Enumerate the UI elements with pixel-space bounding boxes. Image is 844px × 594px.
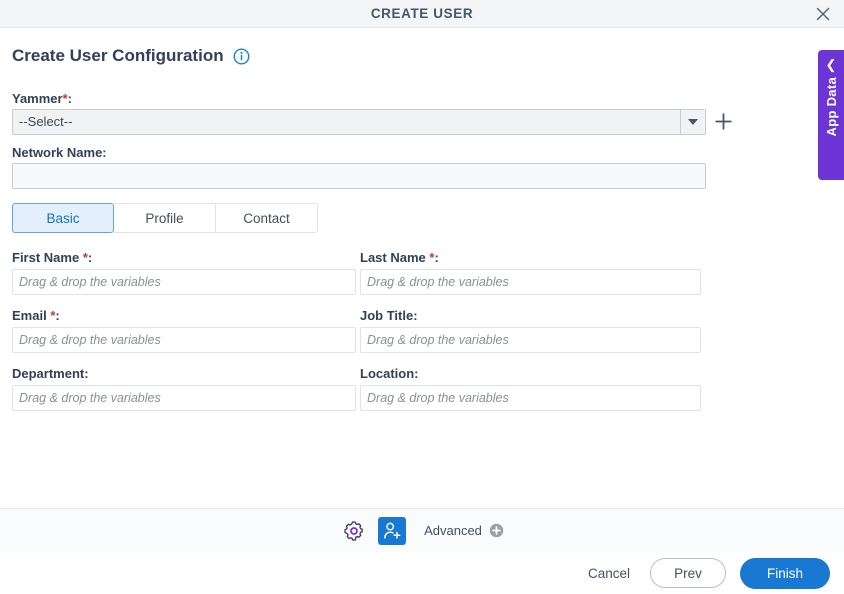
tab-profile[interactable]: Profile <box>114 203 216 233</box>
tab-profile-label: Profile <box>145 210 184 226</box>
field-group-location: Location: <box>357 366 702 411</box>
department-label: Department: <box>12 366 357 381</box>
last-name-input[interactable] <box>360 269 701 295</box>
email-label-colon: : <box>55 308 60 323</box>
yammer-select[interactable]: --Select-- <box>12 109 706 135</box>
caret-shape <box>688 119 698 125</box>
location-label-text: Location <box>360 366 415 381</box>
job-title-label-text: Job Title <box>360 308 414 323</box>
first-name-label-text: First Name <box>12 250 80 265</box>
page-title: Create User Configuration <box>12 46 224 65</box>
yammer-select-value: --Select-- <box>19 114 73 129</box>
field-group-last-name: Last Name *: <box>357 250 702 295</box>
chevron-left-icon[interactable]: ❮ <box>826 58 837 71</box>
location-label-colon: : <box>414 366 419 381</box>
network-name-input[interactable] <box>12 163 706 189</box>
app-data-panel-tab[interactable]: ❮ App Data <box>818 50 844 180</box>
form-row: Department: Location: <box>12 366 702 411</box>
bottom-toolbar: Advanced <box>0 508 844 552</box>
yammer-label-text: Yammer <box>12 91 63 106</box>
field-group-first-name: First Name *: <box>12 250 357 295</box>
gear-icon[interactable] <box>340 517 368 545</box>
location-input[interactable] <box>360 385 701 411</box>
form-row: Email *: Job Title: <box>12 308 702 353</box>
add-user-icon[interactable] <box>378 516 407 545</box>
last-name-label-colon: : <box>434 250 439 265</box>
tab-contact[interactable]: Contact <box>216 203 318 233</box>
yammer-label: Yammer*: <box>12 91 72 106</box>
basic-form: First Name *: Last Name *: Email <box>12 250 702 424</box>
section-tabs: Basic Profile Contact <box>12 203 318 233</box>
prev-button[interactable]: Prev <box>650 558 726 588</box>
app-data-label: App Data <box>823 77 839 137</box>
dialog-body: Create User Configuration Yammer*: --Sel… <box>0 28 844 508</box>
email-label: Email *: <box>12 308 357 323</box>
job-title-label: Job Title: <box>360 308 702 323</box>
form-row: First Name *: Last Name *: <box>12 250 702 295</box>
job-title-label-colon: : <box>413 308 418 323</box>
email-input[interactable] <box>12 327 356 353</box>
page-title-row: Create User Configuration <box>12 46 250 66</box>
finish-button[interactable]: Finish <box>740 557 830 589</box>
tab-basic[interactable]: Basic <box>12 203 114 233</box>
info-icon[interactable] <box>233 47 250 65</box>
field-group-email: Email *: <box>12 308 357 353</box>
advanced-label: Advanced <box>424 523 482 538</box>
close-icon[interactable] <box>810 2 836 26</box>
job-title-input[interactable] <box>360 327 701 353</box>
cancel-button[interactable]: Cancel <box>582 562 636 585</box>
field-group-department: Department: <box>12 366 357 411</box>
create-user-dialog: CREATE USER Create User Configuration Ya… <box>0 0 844 594</box>
plus-icon[interactable] <box>712 110 734 132</box>
last-name-label: Last Name *: <box>360 250 702 265</box>
window-title-bar: CREATE USER <box>0 0 844 28</box>
email-label-text: Email <box>12 308 47 323</box>
department-label-text: Department <box>12 366 85 381</box>
first-name-input[interactable] <box>12 269 356 295</box>
department-input[interactable] <box>12 385 356 411</box>
chevron-down-icon[interactable] <box>680 110 705 134</box>
department-label-colon: : <box>84 366 89 381</box>
window-title: CREATE USER <box>370 6 474 21</box>
plus-circle-icon[interactable] <box>489 523 504 538</box>
first-name-label-colon: : <box>87 250 93 265</box>
yammer-label-colon: : <box>67 91 72 106</box>
dialog-footer: Cancel Prev Finish <box>0 552 844 594</box>
network-name-label: Network Name: <box>12 145 107 160</box>
last-name-label-text: Last Name <box>360 250 426 265</box>
tab-contact-label: Contact <box>243 210 290 226</box>
first-name-label: First Name *: <box>12 250 357 265</box>
advanced-toggle[interactable]: Advanced <box>424 523 504 538</box>
field-group-job-title: Job Title: <box>357 308 702 353</box>
location-label: Location: <box>360 366 702 381</box>
tab-basic-label: Basic <box>46 210 80 226</box>
